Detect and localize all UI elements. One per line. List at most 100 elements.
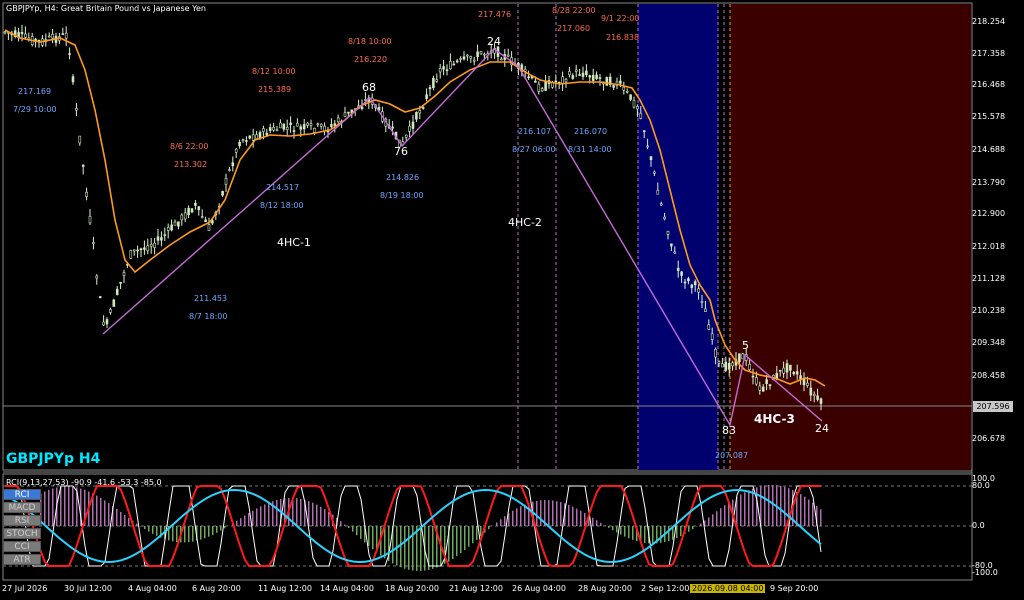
histogram-bar xyxy=(600,522,602,526)
candle-body xyxy=(248,135,252,139)
candle-body xyxy=(435,79,439,82)
histogram-bar xyxy=(540,500,542,526)
histogram-bar xyxy=(300,498,302,526)
candle-body xyxy=(500,58,503,61)
price-tick: 211.128 xyxy=(972,274,1006,283)
histogram-bar xyxy=(212,526,214,535)
candle-body xyxy=(469,56,473,59)
candle-body xyxy=(595,74,598,79)
histogram-bar xyxy=(580,510,582,526)
annotation-time: 8/18 10:00 xyxy=(348,37,392,46)
candle-body xyxy=(622,86,626,91)
candle-body xyxy=(540,88,544,92)
candle-body xyxy=(78,135,82,144)
histogram-bar xyxy=(72,486,74,526)
candle-body xyxy=(554,80,558,83)
histogram-bar xyxy=(804,496,806,526)
histogram-bar xyxy=(488,526,490,530)
candle-body xyxy=(207,224,211,231)
histogram-bar xyxy=(712,514,714,526)
histogram-bar xyxy=(60,486,62,526)
annotation-time: 7/29 10:00 xyxy=(13,105,57,114)
candle-body xyxy=(319,123,323,127)
histogram-bar xyxy=(680,526,682,537)
candle-body xyxy=(418,110,422,114)
histogram-bar xyxy=(52,488,54,526)
candle-body xyxy=(710,333,714,340)
histogram-bar xyxy=(768,484,770,526)
time-tick: 2 Sep 12:00 xyxy=(641,584,690,593)
candle-body xyxy=(316,123,320,126)
candle-body xyxy=(347,111,350,114)
histogram-bar xyxy=(752,488,754,526)
histogram-bar xyxy=(556,501,558,526)
candle-body xyxy=(428,87,432,90)
candle-body xyxy=(748,363,751,370)
candle-body xyxy=(163,234,167,236)
annotation-price: 211.453 xyxy=(194,294,228,303)
candle-body xyxy=(663,216,666,220)
annotation-price: 215.389 xyxy=(258,85,292,94)
candle-body xyxy=(758,385,762,391)
candle-body xyxy=(258,132,262,139)
candle-body xyxy=(245,140,248,142)
candle-body xyxy=(330,124,333,127)
histogram-bar xyxy=(548,500,550,526)
histogram-bar xyxy=(276,499,278,526)
candle-body xyxy=(806,382,809,386)
histogram-bar xyxy=(748,490,750,526)
price-chart[interactable] xyxy=(0,0,1024,600)
candle-body xyxy=(336,117,340,123)
histogram-bar xyxy=(224,526,226,529)
osc-tick: 80.0 xyxy=(972,481,990,490)
histogram-bar xyxy=(504,516,506,526)
histogram-bar xyxy=(356,526,358,536)
candle-body xyxy=(343,112,347,117)
histogram-bar xyxy=(716,511,718,526)
histogram-bar xyxy=(260,506,262,526)
candle-body xyxy=(156,236,160,241)
histogram-bar xyxy=(108,503,110,526)
candle-body xyxy=(642,130,646,132)
histogram-bar xyxy=(116,508,118,526)
candle-body xyxy=(24,33,27,38)
candle-body xyxy=(306,122,309,126)
wave-label: 4HC-3 xyxy=(754,412,795,426)
candle-body xyxy=(122,272,126,276)
candle-body xyxy=(275,129,279,132)
osc-tick: 0.0 xyxy=(972,521,985,530)
histogram-bar xyxy=(184,526,186,543)
stoch-button[interactable]: STOCH xyxy=(3,528,41,539)
candle-body xyxy=(64,32,68,39)
histogram-bar xyxy=(312,502,314,526)
histogram-bar xyxy=(396,526,398,566)
zone-red xyxy=(730,4,971,470)
histogram-bar xyxy=(148,526,150,532)
cci-button[interactable]: CCI xyxy=(3,541,41,552)
candle-body xyxy=(282,123,286,130)
macd-button[interactable]: MACD xyxy=(3,502,41,513)
wave-label: 4HC-1 xyxy=(277,236,311,249)
candle-body xyxy=(221,191,224,196)
atr-button[interactable]: ATR xyxy=(3,554,41,565)
histogram-bar xyxy=(324,509,326,526)
rci-button[interactable]: RCI xyxy=(3,489,41,500)
histogram-bar xyxy=(536,500,538,526)
histogram-bar xyxy=(572,506,574,526)
candle-body xyxy=(646,145,649,148)
candle-body xyxy=(670,243,673,247)
histogram-bar xyxy=(612,526,614,531)
histogram-bar xyxy=(248,513,250,526)
candle-body xyxy=(537,83,541,92)
candle-body xyxy=(659,203,663,206)
candle-body xyxy=(71,76,75,83)
price-tick: 214.688 xyxy=(972,145,1006,154)
histogram-bar xyxy=(700,523,702,526)
candle-body xyxy=(109,309,112,313)
rsi-button[interactable]: RSI xyxy=(3,515,41,526)
annotation-time: 8/27 06:00 xyxy=(512,145,556,154)
annotation-price: 217.060 xyxy=(557,24,591,33)
histogram-bar xyxy=(812,502,814,526)
candle-body xyxy=(200,216,204,218)
candle-body xyxy=(391,126,394,129)
